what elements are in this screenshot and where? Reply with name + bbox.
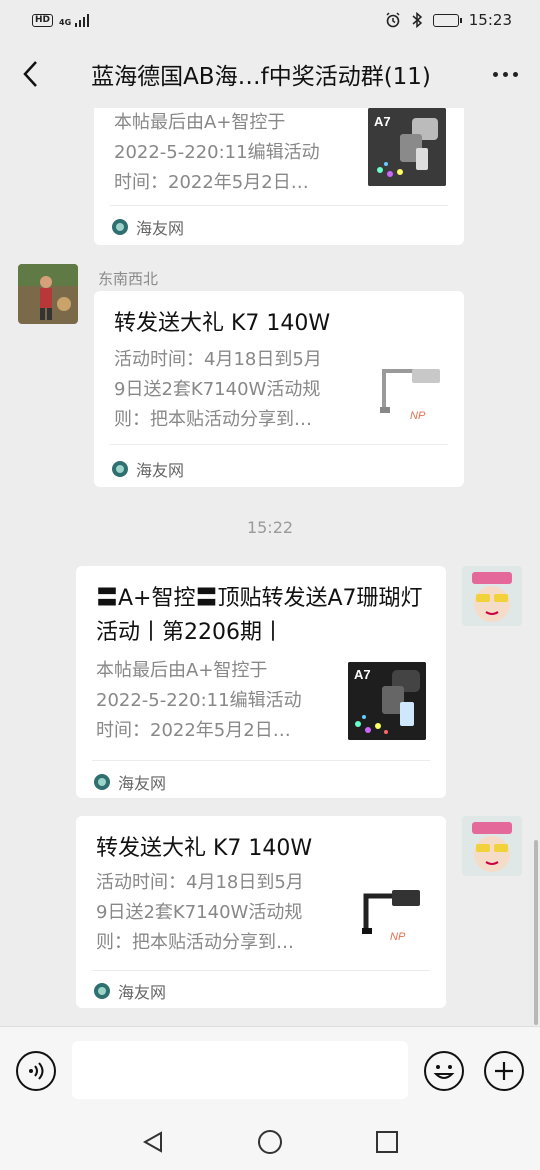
avatar[interactable]: [462, 566, 522, 626]
nav-back-icon[interactable]: [141, 1130, 165, 1154]
link-card[interactable]: 本帖最后由A+智控于 2022-5-220:11编辑活动 时间：2022年5月2…: [94, 108, 464, 245]
system-nav-bar: [0, 1114, 540, 1170]
scrollbar[interactable]: [534, 840, 538, 1025]
nav-home-icon[interactable]: [257, 1129, 283, 1155]
card-thumbnail: NP: [348, 872, 426, 950]
source-label: 海友网: [118, 983, 167, 1002]
status-bar: HD 4G 15:23: [0, 0, 540, 40]
card-thumbnail: A7: [368, 108, 446, 186]
link-card[interactable]: 〓A+智控〓顶贴转发送A7珊瑚灯活动丨第2206期丨 本帖最后由A+智控于 20…: [76, 566, 446, 798]
battery-icon: [432, 13, 462, 27]
source-label: 海友网: [136, 461, 185, 480]
card-title: 转发送大礼 K7 140W: [96, 836, 313, 861]
signal-icon: 4G: [59, 13, 90, 27]
card-description: 活动时间：4月18日到5月 9日送2套K7140W活动规 则：把本贴活动分享到…: [114, 349, 322, 430]
network-type: 4G: [59, 18, 72, 27]
svg-text:NP: NP: [390, 931, 406, 943]
haiyou-logo-icon: [94, 774, 110, 790]
voice-icon: [29, 1062, 44, 1080]
message-input[interactable]: [72, 1041, 408, 1099]
card-title: 转发送大礼 K7 140W: [114, 311, 331, 336]
sender-name: 东南西北: [98, 270, 159, 288]
svg-text:A7: A7: [374, 114, 391, 129]
more-dots-icon: [492, 71, 498, 77]
card-source: 海友网: [112, 457, 184, 481]
card-divider: [92, 970, 430, 971]
haiyou-logo-icon: [94, 983, 110, 999]
hd-badge: HD: [32, 13, 54, 27]
source-label: 海友网: [136, 219, 185, 238]
more-functions-button[interactable]: [484, 1051, 524, 1091]
link-card[interactable]: 转发送大礼 K7 140W 活动时间：4月18日到5月 9日送2套K7140W活…: [76, 816, 446, 1008]
haiyou-logo-icon: [112, 219, 128, 235]
more-button[interactable]: [470, 40, 540, 108]
card-description: 本帖最后由A+智控于 2022-5-220:11编辑活动 时间：2022年5月2…: [114, 112, 320, 193]
svg-text:A7: A7: [354, 667, 371, 682]
input-bar: [0, 1026, 540, 1114]
chat-title: 蓝海德国AB海…f中奖活动群(11): [91, 64, 431, 90]
card-source: 海友网: [94, 770, 166, 794]
timestamp: 15:22: [246, 518, 294, 537]
nav-recents-icon[interactable]: [375, 1130, 399, 1154]
emoji-icon: [433, 1065, 455, 1079]
haiyou-logo-icon: [112, 461, 128, 477]
status-left: HD 4G: [32, 13, 90, 27]
link-card[interactable]: 转发送大礼 K7 140W 活动时间：4月18日到5月 9日送2套K7140W活…: [94, 291, 464, 487]
title-bar: 蓝海德国AB海…f中奖活动群(11): [0, 40, 540, 108]
emoji-button[interactable]: [424, 1051, 464, 1091]
card-thumbnail: NP: [368, 349, 446, 427]
alarm-icon: [386, 12, 400, 28]
card-divider: [92, 760, 430, 761]
card-thumbnail: A7: [348, 662, 426, 740]
plus-icon: [495, 1062, 513, 1080]
avatar[interactable]: [462, 816, 522, 876]
clock: 15:23: [468, 11, 512, 29]
card-divider: [110, 205, 448, 206]
chat-area[interactable]: 本帖最后由A+智控于 2022-5-220:11编辑活动 时间：2022年5月2…: [0, 108, 540, 1026]
card-description: 活动时间：4月18日到5月 9日送2套K7140W活动规 则：把本贴活动分享到…: [96, 872, 304, 953]
card-source: 海友网: [94, 979, 166, 1003]
card-source: 海友网: [112, 215, 184, 239]
avatar[interactable]: [18, 264, 78, 324]
bluetooth-icon: [412, 12, 422, 28]
card-title: 〓A+智控〓顶贴转发送A7珊瑚灯活动丨第2206期丨: [96, 586, 423, 645]
back-button[interactable]: [0, 40, 60, 108]
svg-text:NP: NP: [410, 410, 426, 422]
voice-button[interactable]: [16, 1051, 56, 1091]
card-description: 本帖最后由A+智控于 2022-5-220:11编辑活动 时间：2022年5月2…: [96, 660, 302, 741]
source-label: 海友网: [118, 774, 167, 793]
status-right: 15:23: [385, 11, 512, 29]
card-divider: [110, 444, 448, 445]
chevron-left-icon: [23, 61, 37, 87]
